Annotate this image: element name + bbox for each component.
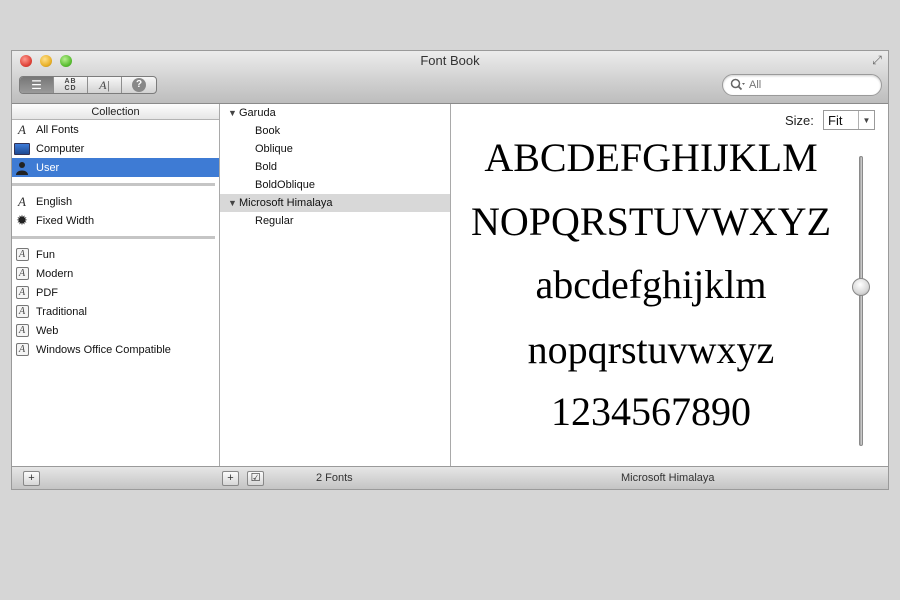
font-box-icon: A xyxy=(14,248,30,262)
font-box-icon: A xyxy=(14,305,30,319)
size-slider-knob[interactable] xyxy=(852,277,870,296)
font-family-label: Garuda xyxy=(239,107,276,119)
collection-label: Web xyxy=(36,324,59,337)
add-collection-button[interactable]: + xyxy=(23,471,40,486)
sample-line-lowercase-2: nopqrstuvwxyz xyxy=(527,327,775,372)
font-box-icon: A xyxy=(14,324,30,338)
gear-icon: ✹ xyxy=(16,212,28,228)
add-font-button[interactable]: + xyxy=(222,471,239,486)
collection-label: PDF xyxy=(36,286,58,299)
enable-font-button[interactable]: ☑ xyxy=(247,471,264,486)
collection-item-fixed-width[interactable]: ✹ Fixed Width xyxy=(12,211,219,230)
font-box-icon: A xyxy=(14,286,30,300)
disclosure-triangle-icon[interactable]: ▼ xyxy=(228,198,239,208)
font-style-label: Book xyxy=(255,125,281,137)
plus-icon: + xyxy=(227,472,234,484)
size-slider-track[interactable] xyxy=(859,156,863,446)
font-family-row-microsoft-himalaya[interactable]: ▼ Microsoft Himalaya xyxy=(220,194,450,212)
window-title: Font Book xyxy=(420,53,480,68)
search-input[interactable] xyxy=(749,77,874,93)
custom-view-button[interactable]: A| xyxy=(88,77,122,93)
collection-pane: Collection A All Fonts Computer User A E… xyxy=(12,104,220,466)
size-select[interactable]: Fit ▼ xyxy=(823,110,875,130)
collection-label: All Fonts xyxy=(36,123,79,136)
font-style-label: BoldOblique xyxy=(255,179,315,191)
user-icon xyxy=(14,161,30,175)
font-box-icon: A xyxy=(14,267,30,281)
collection-item-pdf[interactable]: A PDF xyxy=(12,283,219,302)
sample-line-uppercase-1: ABCDEFGHIJKLM xyxy=(484,135,818,180)
font-family-label: Microsoft Himalaya xyxy=(239,197,333,209)
collection-item-fun[interactable]: A Fun xyxy=(12,245,219,264)
collection-label: Fun xyxy=(36,248,55,261)
fullscreen-icon[interactable]: ⤢ xyxy=(870,53,884,67)
sample-line-lowercase-1: abcdefghijklm xyxy=(535,262,767,307)
collection-item-computer[interactable]: Computer xyxy=(12,139,219,158)
size-value: Fit xyxy=(828,112,843,128)
collection-item-web[interactable]: A Web xyxy=(12,321,219,340)
titlebar: Font Book ⤢ ☰ AB CD A| ? xyxy=(12,51,888,104)
list-icon: ☰ xyxy=(31,78,42,92)
font-count: 2 Fonts xyxy=(316,472,353,484)
collection-label: User xyxy=(36,161,60,174)
font-style-row[interactable]: BoldOblique xyxy=(220,176,450,194)
font-icon: A xyxy=(18,193,26,209)
font-style-label: Regular xyxy=(255,215,294,227)
collection-item-all-fonts[interactable]: A All Fonts xyxy=(12,120,219,139)
font-box-icon: A xyxy=(14,343,30,357)
preview-pane: Size: Fit ▼ ABCDEFGHIJKLM NOPQRSTUVWXYZ … xyxy=(451,104,888,466)
font-style-label: Oblique xyxy=(255,143,293,155)
divider xyxy=(12,236,215,239)
view-mode-control: ☰ AB CD A| ? xyxy=(19,76,157,94)
search-field[interactable] xyxy=(722,74,882,96)
sample-line-digits: 1234567890 xyxy=(551,389,751,434)
sample-view-button[interactable]: AB CD xyxy=(54,77,88,93)
collection-item-modern[interactable]: A Modern xyxy=(12,264,219,283)
collection-label: Fixed Width xyxy=(36,214,95,227)
collection-label: Computer xyxy=(36,142,85,155)
search-icon xyxy=(730,78,746,92)
custom-text-icon: A| xyxy=(99,77,110,92)
chevron-down-icon: ▼ xyxy=(858,111,874,129)
bottom-bar: + + ☑ 2 Fonts Microsoft Himalaya xyxy=(12,466,888,489)
size-label: Size: xyxy=(785,113,814,128)
preview-font-name: Microsoft Himalaya xyxy=(621,472,715,484)
font-style-row[interactable]: Oblique xyxy=(220,140,450,158)
font-list-pane: ▼ Garuda Book Oblique Bold BoldOblique ▼… xyxy=(220,104,451,466)
font-style-row[interactable]: Bold xyxy=(220,158,450,176)
collection-label: Windows Office Compatible xyxy=(36,343,171,356)
sample-icon: AB CD xyxy=(64,78,77,92)
list-view-button[interactable]: ☰ xyxy=(20,77,54,93)
sample-line-uppercase-2: NOPQRSTUVWXYZ xyxy=(471,199,831,244)
collection-item-user[interactable]: User xyxy=(12,158,219,177)
font-book-window: Font Book ⤢ ☰ ABCD A| ? Collection xyxy=(11,50,889,490)
font-family-row-garuda[interactable]: ▼ Garuda xyxy=(220,104,450,122)
disclosure-triangle-icon[interactable]: ▼ xyxy=(228,108,239,118)
font-style-label: Bold xyxy=(255,161,278,173)
divider xyxy=(12,183,215,186)
collection-item-windows-office-compatible[interactable]: A Windows Office Compatible xyxy=(12,340,219,359)
collection-header[interactable]: Collection xyxy=(12,104,219,120)
font-icon: A xyxy=(18,121,26,137)
collection-item-english[interactable]: A English xyxy=(12,192,219,211)
font-style-row[interactable]: Regular xyxy=(220,212,450,230)
collection-label: Traditional xyxy=(36,305,87,318)
plus-icon: + xyxy=(28,472,35,484)
collection-label: English xyxy=(36,195,73,208)
collection-label: Modern xyxy=(36,267,74,280)
collection-item-traditional[interactable]: A Traditional xyxy=(12,302,219,321)
font-style-row[interactable]: Book xyxy=(220,122,450,140)
computer-icon xyxy=(14,142,30,156)
help-button[interactable]: ? xyxy=(122,77,156,93)
checkbox-icon: ☑ xyxy=(250,472,261,484)
help-icon: ? xyxy=(132,78,146,92)
